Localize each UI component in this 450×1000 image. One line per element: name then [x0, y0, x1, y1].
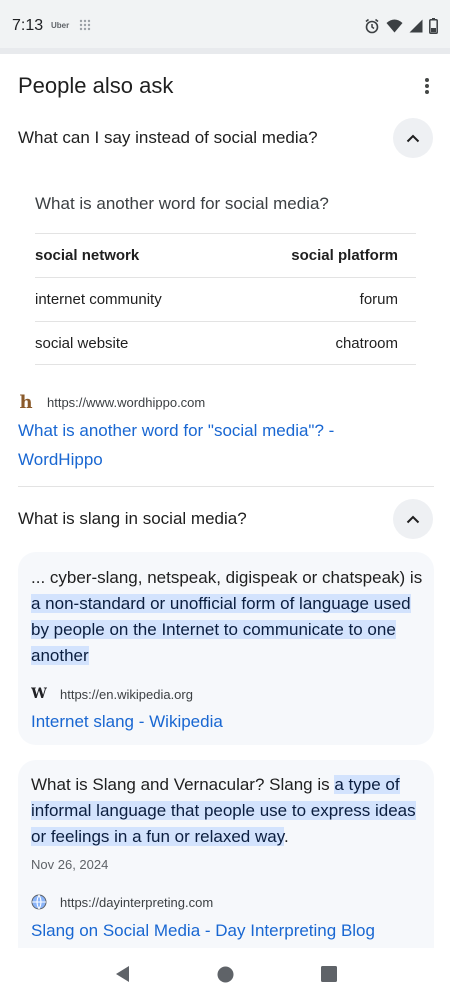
snippet-text: What is Slang and Vernacular? Slang is: [31, 775, 335, 794]
answer-subheading: What is another word for social media?: [35, 194, 329, 213]
link-line: WordHippo: [18, 450, 103, 469]
source-dayinterpreting[interactable]: https://dayinterpreting.com: [31, 894, 213, 910]
source-url: https://en.wikipedia.org: [60, 686, 193, 702]
wifi-icon: [386, 19, 403, 33]
synonym-table: social network social platform internet …: [35, 233, 416, 365]
globe-favicon-icon: [31, 894, 47, 910]
table-cell: social platform: [291, 247, 398, 264]
result-link-dayinterpreting[interactable]: Slang on Social Media - Day Interpreting…: [31, 916, 375, 945]
snippet-highlight: a non-standard or unofficial form of lan…: [31, 594, 411, 665]
recents-icon[interactable]: [320, 966, 337, 982]
status-bar: 7:13 Uber: [0, 0, 450, 48]
snippet-text: ... cyber-slang, netspeak, digispeak or …: [31, 568, 423, 587]
question-1[interactable]: What can I say instead of social media?: [18, 128, 318, 148]
result-link-wordhippo[interactable]: What is another word for "social media"?…: [18, 416, 428, 474]
table-cell: chatroom: [335, 334, 398, 352]
status-app-label: Uber: [51, 21, 70, 30]
collapse-button-2[interactable]: [393, 499, 433, 539]
grid-dots-icon: [79, 19, 91, 31]
answer-card-2: What is Slang and Vernacular? Slang is a…: [18, 760, 434, 948]
result-link-wikipedia[interactable]: Internet slang - Wikipedia: [31, 707, 223, 736]
home-icon[interactable]: [217, 966, 234, 983]
collapse-button-1[interactable]: [393, 118, 433, 158]
status-icons: [364, 18, 438, 34]
wordhippo-favicon-icon: h: [19, 391, 33, 413]
more-options-icon[interactable]: [420, 76, 434, 96]
chevron-up-icon: [406, 515, 420, 523]
table-row: social network social platform: [35, 233, 416, 277]
link-line: What is another word for "social media"?…: [18, 421, 335, 440]
divider: [18, 486, 434, 487]
source-url: https://dayinterpreting.com: [60, 894, 214, 910]
table-cell: social network: [35, 247, 140, 264]
table-row: internet community forum: [35, 277, 416, 321]
status-time: 7:13: [12, 17, 44, 34]
source-url: https://www.wordhippo.com: [47, 394, 206, 410]
question-2[interactable]: What is slang in social media?: [18, 509, 247, 529]
source-wikipedia[interactable]: W https://en.wikipedia.org: [31, 686, 193, 702]
snippet-text: .: [283, 827, 289, 846]
system-nav-bar: [0, 948, 450, 1000]
top-divider: [0, 48, 450, 54]
wikipedia-favicon-icon: W: [31, 686, 47, 702]
answer-snippet: What is Slang and Vernacular? Slang is a…: [31, 772, 426, 850]
chevron-up-icon: [406, 134, 420, 142]
section-title: People also ask: [18, 73, 174, 98]
battery-icon: [429, 18, 438, 34]
back-icon[interactable]: [114, 965, 130, 983]
table-cell: forum: [359, 291, 398, 308]
table-cell: social website: [35, 334, 129, 352]
table-cell: internet community: [35, 291, 162, 308]
snippet-date: Nov 26, 2024: [31, 857, 109, 872]
source-wordhippo[interactable]: h https://www.wordhippo.com: [18, 391, 206, 413]
cellular-signal-icon: [409, 19, 423, 33]
answer-snippet: ... cyber-slang, netspeak, digispeak or …: [31, 565, 426, 669]
answer-card-1: ... cyber-slang, netspeak, digispeak or …: [18, 552, 434, 745]
alarm-icon: [365, 18, 379, 34]
table-row: social website chatroom: [35, 321, 416, 365]
